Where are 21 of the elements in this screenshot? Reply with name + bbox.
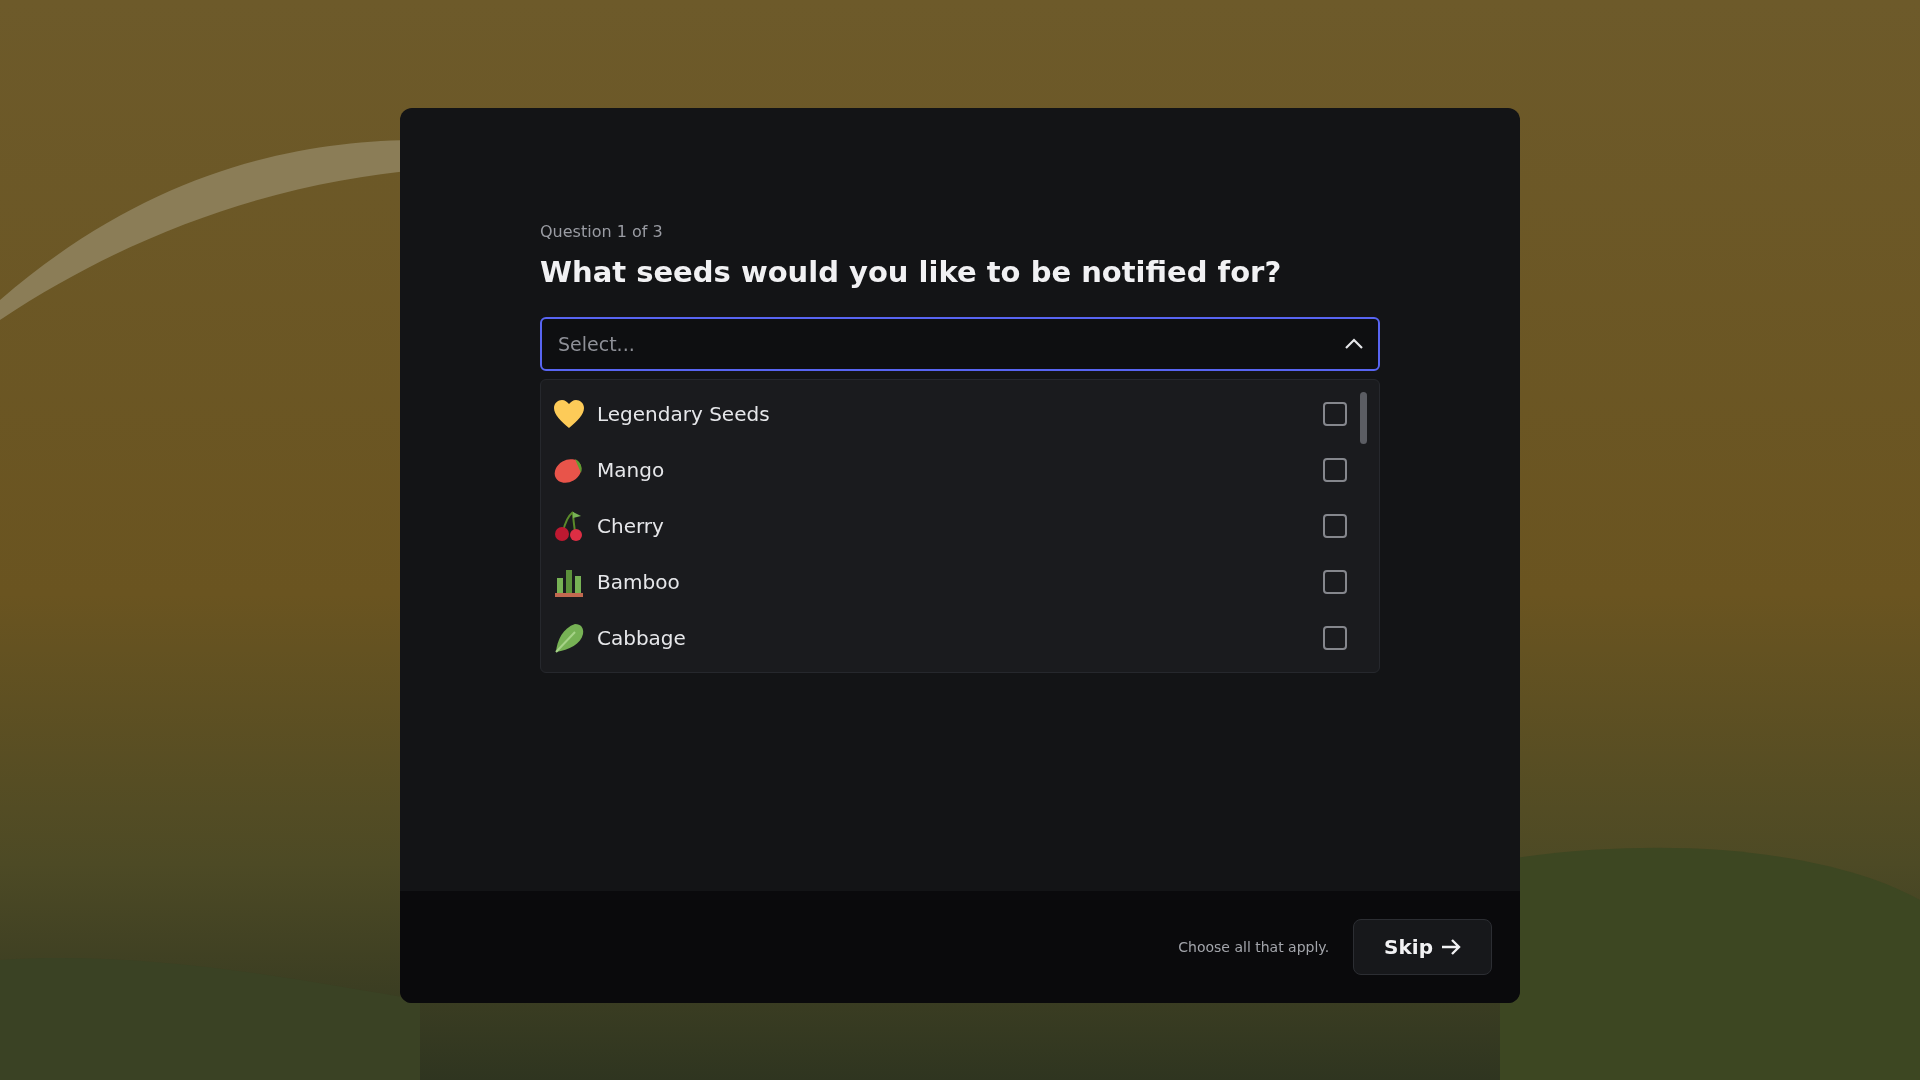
checkbox[interactable] [1323,514,1347,538]
option-label[interactable]: Cherry [597,514,1311,538]
question-title: What seeds would you like to be notified for? [540,255,1283,289]
heart-icon [553,399,585,429]
chevron-up-icon [1344,338,1364,350]
checkbox[interactable] [1323,402,1347,426]
option-label[interactable]: Legendary Seeds [597,402,1311,426]
option-label[interactable]: Mango [597,458,1311,482]
checkbox[interactable] [1323,458,1347,482]
checkbox[interactable] [1323,626,1347,650]
question-counter: Question 1 of 3 [540,222,664,241]
scrollbar-thumb[interactable] [1360,392,1367,444]
leaf-icon [553,622,585,654]
checkbox[interactable] [1323,570,1347,594]
arrow-right-icon [1441,938,1461,956]
hint-text: Choose all that apply. [1178,939,1330,955]
option-label[interactable]: Bamboo [597,570,1311,594]
skip-button[interactable]: Skip [1353,919,1492,975]
select-field[interactable]: Select... [540,317,1380,371]
option-label[interactable]: Cabbage [597,626,1311,650]
cherry-icon [553,510,585,542]
